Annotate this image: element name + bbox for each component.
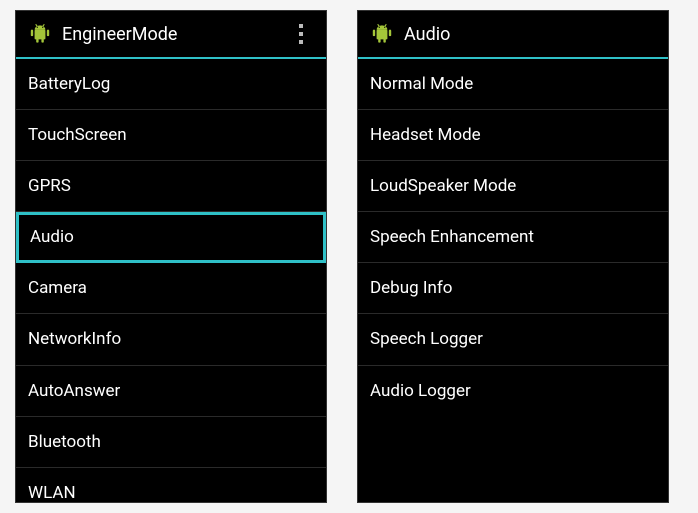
list-item-label: NetworkInfo — [28, 329, 121, 349]
app-title: EngineerMode — [62, 24, 286, 45]
list-item-label: LoudSpeaker Mode — [370, 176, 516, 196]
list-item-label: Bluetooth — [28, 432, 101, 452]
engineer-mode-screen: EngineerMode BatteryLog TouchScreen GPRS… — [15, 10, 327, 503]
list-item-speech-enhancement[interactable]: Speech Enhancement — [358, 212, 668, 263]
list-item-wlan[interactable]: WLAN — [16, 468, 326, 502]
engineer-mode-list[interactable]: BatteryLog TouchScreen GPRS Audio Camera… — [16, 59, 326, 502]
list-item-headset-mode[interactable]: Headset Mode — [358, 110, 668, 161]
list-item-autoanswer[interactable]: AutoAnswer — [16, 366, 326, 417]
list-item-networkinfo[interactable]: NetworkInfo — [16, 314, 326, 365]
list-item-label: Audio Logger — [370, 381, 471, 401]
list-item-audio[interactable]: Audio — [16, 212, 326, 263]
list-item-label: Camera — [28, 278, 87, 298]
list-item-batterylog[interactable]: BatteryLog — [16, 59, 326, 110]
action-bar: EngineerMode — [16, 11, 326, 59]
list-item-label: WLAN — [28, 483, 76, 502]
audio-screen: Audio Normal Mode Headset Mode LoudSpeak… — [357, 10, 669, 503]
action-bar: Audio — [358, 11, 668, 59]
list-item-label: GPRS — [28, 176, 71, 196]
list-item-label: TouchScreen — [28, 125, 127, 145]
list-item-label: Headset Mode — [370, 125, 481, 145]
list-item-gprs[interactable]: GPRS — [16, 161, 326, 212]
list-item-bluetooth[interactable]: Bluetooth — [16, 417, 326, 468]
list-item-normal-mode[interactable]: Normal Mode — [358, 59, 668, 110]
list-item-label: BatteryLog — [28, 74, 110, 94]
list-item-label: AutoAnswer — [28, 381, 120, 401]
list-item-camera[interactable]: Camera — [16, 263, 326, 314]
list-item-loudspeaker-mode[interactable]: LoudSpeaker Mode — [358, 161, 668, 212]
list-item-debug-info[interactable]: Debug Info — [358, 263, 668, 314]
android-icon — [368, 20, 396, 48]
list-item-label: Speech Enhancement — [370, 227, 534, 247]
list-item-label: Debug Info — [370, 278, 452, 298]
list-item-audio-logger[interactable]: Audio Logger — [358, 366, 668, 416]
overflow-menu-icon[interactable] — [286, 14, 316, 54]
list-item-touchscreen[interactable]: TouchScreen — [16, 110, 326, 161]
android-icon — [26, 20, 54, 48]
app-title: Audio — [404, 24, 658, 45]
list-item-label: Normal Mode — [370, 74, 473, 94]
list-item-label: Audio — [28, 226, 74, 248]
audio-list[interactable]: Normal Mode Headset Mode LoudSpeaker Mod… — [358, 59, 668, 502]
list-item-label: Speech Logger — [370, 329, 483, 349]
list-item-speech-logger[interactable]: Speech Logger — [358, 314, 668, 365]
